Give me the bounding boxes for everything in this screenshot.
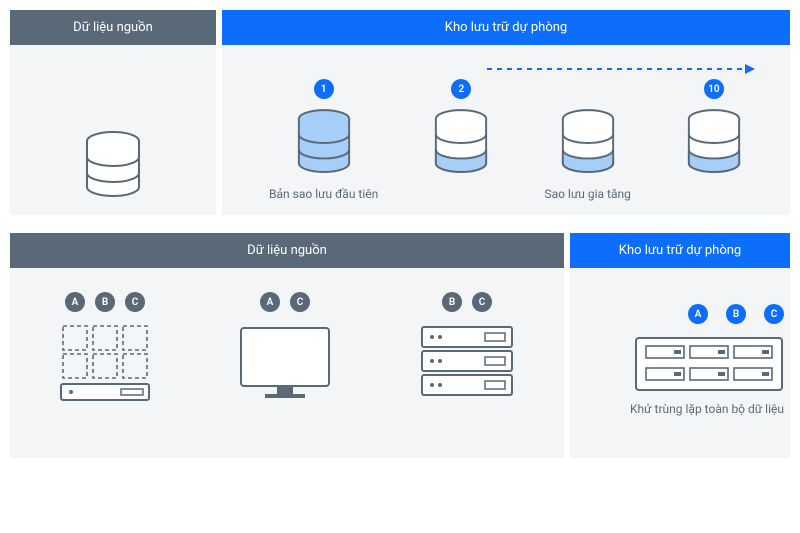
- caption-first-backup: Bản sao lưu đầu tiên: [269, 187, 378, 201]
- block-storage-bottom: Kho lưu trữ dự phòng A B C: [570, 233, 790, 458]
- header-storage-bottom: Kho lưu trữ dự phòng: [570, 233, 790, 268]
- header-source-top: Dữ liệu nguồn: [10, 10, 216, 45]
- badge-c-blue: C: [764, 304, 784, 324]
- badge-c: C: [290, 292, 310, 312]
- backup-incr-mid: Sao lưu gia tăng: [544, 79, 630, 201]
- badge-b-blue: B: [726, 304, 746, 324]
- backup-incr-2: 2: [432, 79, 490, 201]
- caption-dedup: Khử trùng lặp toàn bộ dữ liệu: [630, 402, 784, 416]
- source-device-3: B C: [419, 292, 515, 398]
- badge-2: 2: [451, 79, 471, 99]
- server-rack-icon: [419, 324, 515, 398]
- badge-c: C: [472, 292, 492, 312]
- badge-1: 1: [314, 79, 334, 99]
- badge-10: 10: [704, 79, 724, 99]
- badge-b: B: [442, 292, 462, 312]
- badge-a: A: [260, 292, 280, 312]
- caption-incremental: Sao lưu gia tăng: [544, 187, 630, 201]
- block-source-top: Dữ liệu nguồn: [10, 10, 216, 215]
- source-device-2: A C: [237, 292, 333, 402]
- source-device-1: A B C: [59, 292, 151, 402]
- badge-b: B: [95, 292, 115, 312]
- panel-backup-chain: Dữ liệu nguồn Kho lưu trữ dự phòng: [10, 10, 790, 215]
- header-storage-top: Kho lưu trữ dự phòng: [222, 10, 790, 45]
- panel-dedup: Dữ liệu nguồn A B C: [10, 233, 790, 458]
- source-db-icon: [83, 131, 143, 201]
- vm-host-icon: [59, 324, 151, 402]
- arrow-incremental: [487, 63, 757, 75]
- backup-first: 1 Bản sao lưu đầu tiên: [269, 79, 378, 201]
- badge-c: C: [125, 292, 145, 312]
- header-source-bottom: Dữ liệu nguồn: [10, 233, 564, 268]
- monitor-icon: [237, 324, 333, 402]
- backup-incr-10: 10: [685, 79, 743, 201]
- badge-a-blue: A: [688, 304, 708, 324]
- block-storage-top: Kho lưu trữ dự phòng 1 Bản sao lưu đầu: [222, 10, 790, 215]
- storage-array-icon: [634, 336, 784, 392]
- block-source-bottom: Dữ liệu nguồn A B C: [10, 233, 564, 458]
- badge-a: A: [65, 292, 85, 312]
